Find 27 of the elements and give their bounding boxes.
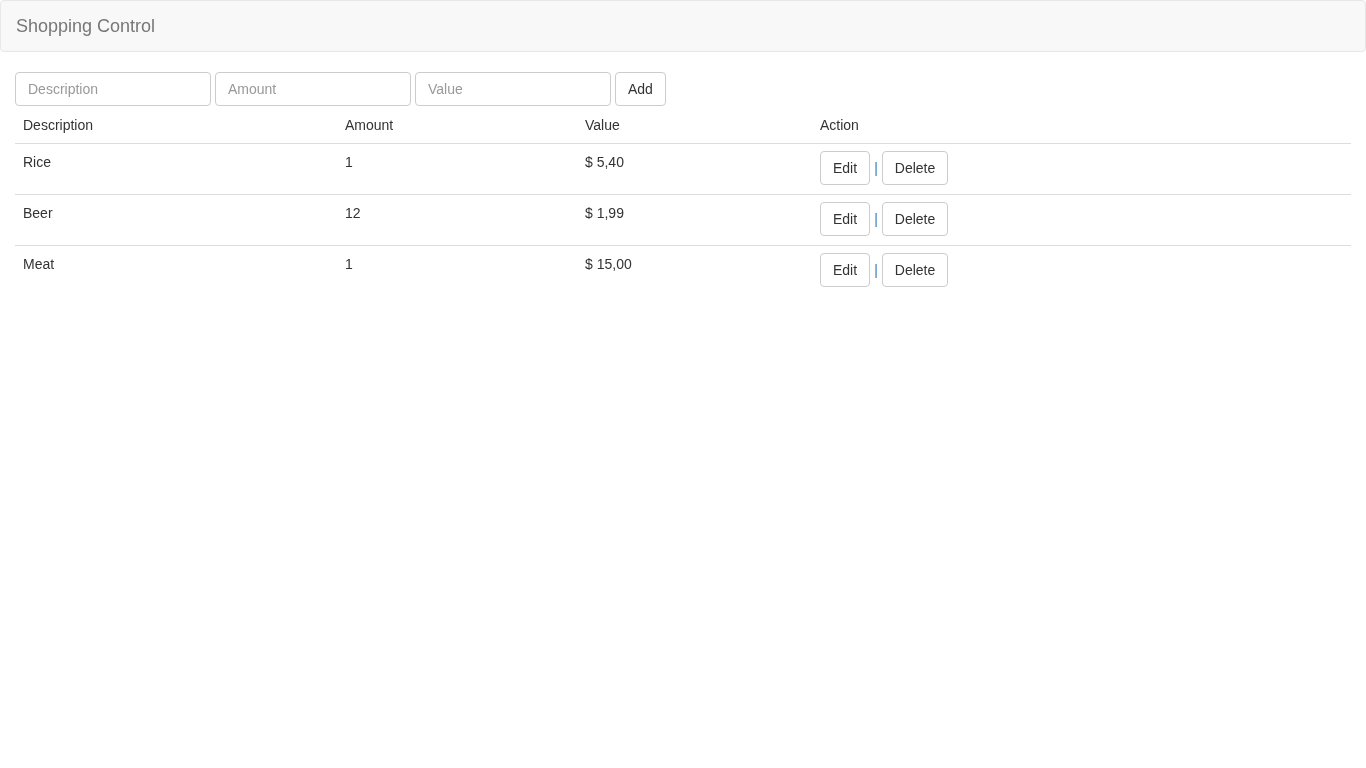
add-button[interactable]: Add	[615, 72, 666, 106]
table-cell: $ 5,40	[577, 143, 812, 195]
table-cell: 1	[337, 245, 577, 296]
input-field[interactable]: Description	[15, 72, 211, 106]
separator: |	[874, 211, 878, 227]
input-field[interactable]: Amount	[215, 72, 411, 106]
delete-button[interactable]: Delete	[881, 253, 949, 287]
table-cell: Beer	[15, 194, 337, 246]
app-title: Shopping Control	[16, 15, 156, 37]
table-cell: $ 15,00	[577, 245, 812, 296]
input-field[interactable]: Value	[415, 72, 611, 106]
table-cell: Meat	[15, 245, 337, 296]
delete-button[interactable]: Delete	[881, 202, 949, 236]
column-header: Description	[15, 107, 337, 144]
edit-button[interactable]: Edit	[820, 253, 871, 287]
column-header: Value	[577, 107, 812, 144]
table-cell: 12	[337, 194, 577, 246]
column-header: Action	[812, 107, 1351, 144]
table-cell: $ 1,99	[577, 194, 812, 246]
table-cell: Rice	[15, 143, 337, 195]
separator: |	[874, 262, 878, 278]
table-cell: 1	[337, 143, 577, 195]
edit-button[interactable]: Edit	[820, 202, 871, 236]
column-header: Amount	[337, 107, 577, 144]
separator: |	[874, 160, 878, 176]
delete-button[interactable]: Delete	[881, 151, 949, 185]
edit-button[interactable]: Edit	[820, 151, 871, 185]
